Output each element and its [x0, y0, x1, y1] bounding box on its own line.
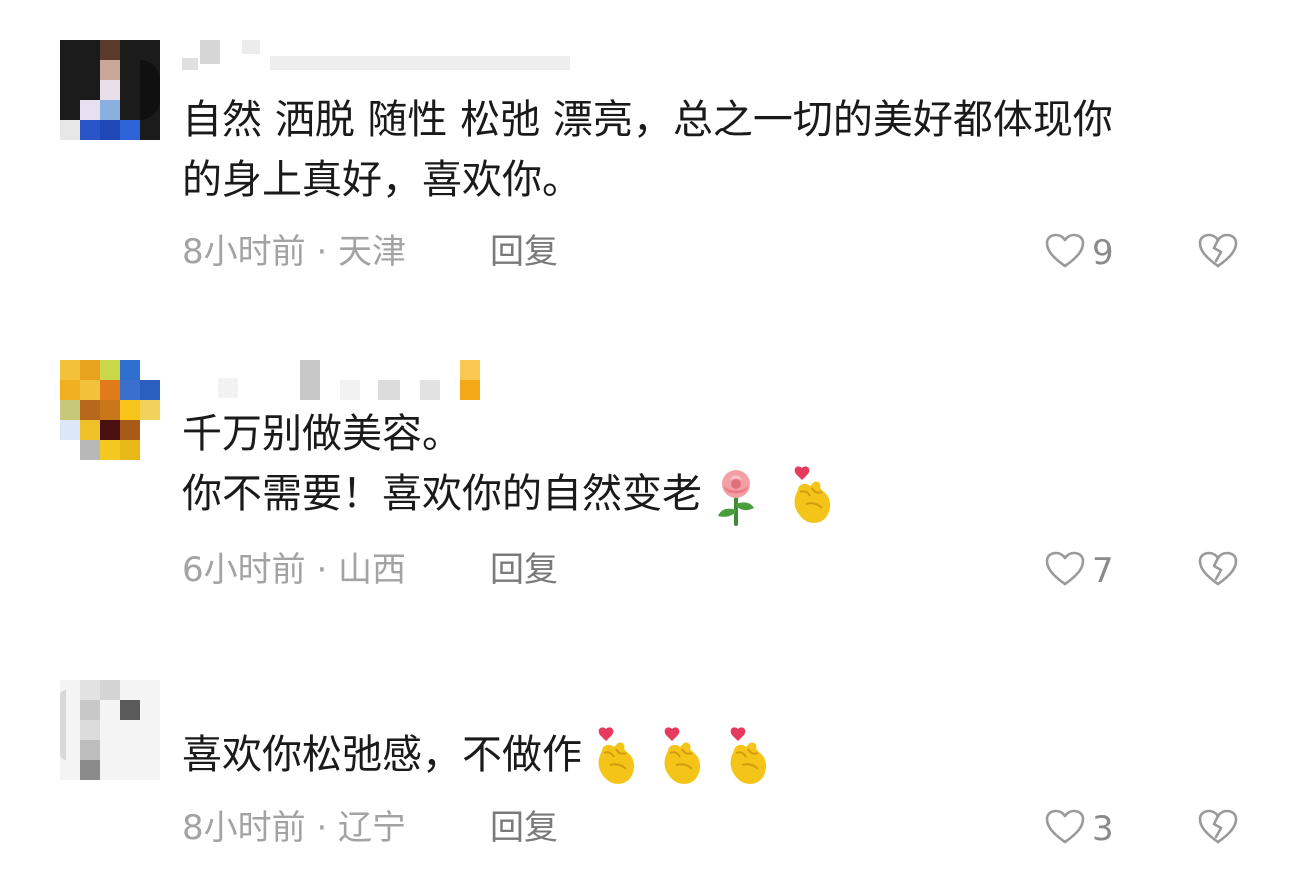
comment-text: 千万别做美容。 你不需要！喜欢你的自然变老: [182, 404, 834, 526]
comment-time-location: 8小时前 · 天津: [182, 232, 407, 272]
comment-time-location: 8小时前 · 辽宁: [182, 808, 407, 848]
finger-heart-emoji: [592, 727, 638, 787]
finger-heart-emoji: [724, 727, 770, 787]
broken-heart-icon: [1197, 807, 1239, 851]
heart-outline-icon: [1044, 808, 1086, 850]
like-button[interactable]: 9: [1044, 231, 1114, 275]
comment-time-location: 6小时前 · 山西: [182, 550, 407, 590]
reply-button[interactable]: 回复: [490, 550, 558, 590]
comment-text-line: 喜欢你松弛感，不做作: [182, 725, 770, 787]
comment-text-line: 你不需要！喜欢你的自然变老: [182, 464, 834, 526]
comment-text-line-content: 你不需要！喜欢你的自然变老: [182, 471, 702, 517]
like-count: 9: [1092, 233, 1114, 273]
finger-heart-emoji: [788, 466, 834, 526]
comment-text: 喜欢你松弛感，不做作: [182, 725, 770, 787]
dislike-button[interactable]: [1196, 231, 1240, 275]
avatar[interactable]: [60, 40, 160, 140]
dislike-button[interactable]: [1196, 807, 1240, 851]
broken-heart-icon: [1197, 549, 1239, 593]
comment-text-line-content: 喜欢你松弛感，不做作: [182, 732, 582, 778]
comment-text-line: 自然 洒脱 随性 松弛 漂亮，总之一切的美好都体现你: [182, 97, 1113, 143]
dislike-button[interactable]: [1196, 549, 1240, 593]
finger-heart-emoji: [658, 727, 704, 787]
avatar[interactable]: [60, 680, 160, 780]
like-button[interactable]: 7: [1044, 549, 1114, 593]
avatar[interactable]: [60, 360, 160, 460]
comment-text: 自然 洒脱 随性 松弛 漂亮，总之一切的美好都体现你 的身上真好，喜欢你。: [182, 90, 1113, 210]
reply-button[interactable]: 回复: [490, 808, 558, 848]
heart-outline-icon: [1044, 232, 1086, 274]
reply-button[interactable]: 回复: [490, 232, 558, 272]
comment-text-line: 千万别做美容。: [182, 411, 462, 457]
broken-heart-icon: [1197, 231, 1239, 275]
like-button[interactable]: 3: [1044, 807, 1114, 851]
heart-outline-icon: [1044, 550, 1086, 592]
rose-emoji: [710, 466, 762, 526]
comment-text-line: 的身上真好，喜欢你。: [182, 157, 582, 203]
like-count: 3: [1092, 809, 1114, 849]
like-count: 7: [1092, 551, 1114, 591]
